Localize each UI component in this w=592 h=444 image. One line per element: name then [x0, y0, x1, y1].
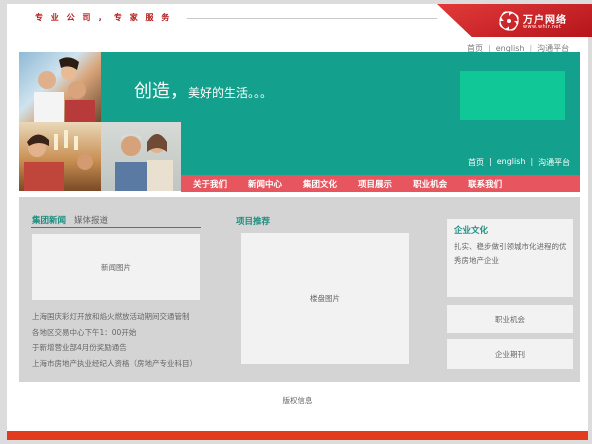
logo[interactable]: 万户网络 www.whir.net [498, 10, 588, 34]
careers-button[interactable]: 职业机会 [447, 305, 573, 333]
main-nav: 关于我们 新闻中心 集团文化 项目展示 职业机会 联系我们 [181, 175, 580, 192]
culture-text: 扎实、稳步做引领城市化进程的优秀房地产企业 [454, 242, 567, 265]
news-tabs: 集团新闻 媒体报道 [32, 214, 108, 226]
tab-underline [31, 227, 201, 228]
nav-item-careers[interactable]: 职业机会 [413, 178, 447, 190]
elderly-couple-photo [101, 122, 181, 191]
banner-link-english[interactable]: english [497, 157, 526, 168]
culture-box[interactable]: 企业文化 扎实、稳步做引领城市化进程的优秀房地产企业 [447, 219, 573, 297]
page: 专 业 公 司 ， 专 家 服 务 万户网络 www.whir.net 首页 |… [7, 4, 592, 440]
careers-button-label: 职业机会 [495, 314, 525, 324]
nav-item-culture[interactable]: 集团文化 [303, 178, 337, 190]
news-item[interactable]: 上海市房地产执业经纪人资格（房地产专业科目） [32, 356, 197, 372]
news-item[interactable]: 上海国庆彩灯开放和焰火燃放活动期间交通管制 [32, 309, 197, 325]
news-item[interactable]: 各地区交易中心下午1：00开始 [32, 325, 197, 341]
banner-highlight-box [460, 71, 565, 120]
header-divider [187, 18, 437, 19]
nav-item-projects[interactable]: 项目展示 [358, 178, 392, 190]
swirl-logo-icon [499, 11, 519, 31]
project-image-label: 楼盘图片 [310, 294, 340, 303]
banner-title-main: 创造， [134, 81, 188, 102]
banner-title-sub: 美好的生活。。。 [188, 86, 273, 100]
footer-bar [7, 431, 588, 440]
news-item[interactable]: 于新增营业部4月份奖励通告 [32, 340, 197, 356]
banner-link-communication[interactable]: 沟通平台 [538, 157, 570, 168]
banner-title: 创造，美好的生活。。。 [134, 77, 272, 103]
news-image-placeholder[interactable]: 新闻图片 [32, 234, 200, 300]
projects-title: 项目推荐 [236, 217, 271, 227]
content-area: 集团新闻 媒体报道 新闻图片 上海国庆彩灯开放和焰火燃放活动期间交通管制 各地区… [19, 197, 580, 382]
tab-media-reports[interactable]: 媒体报道 [74, 214, 108, 226]
banner-links: 首页 | english | 沟通平台 [468, 157, 570, 168]
nav-item-contact[interactable]: 联系我们 [468, 178, 502, 190]
banner-link-home[interactable]: 首页 [468, 157, 484, 168]
nav-item-news[interactable]: 新闻中心 [248, 178, 282, 190]
logo-url: www.whir.net [523, 24, 562, 30]
slogan: 专 业 公 司 ， 专 家 服 务 [35, 13, 172, 22]
journal-button[interactable]: 企业期刊 [447, 339, 573, 369]
banner: 创造，美好的生活。。。 首页 | english | 沟通平台 [19, 52, 580, 191]
celebration-photo [19, 122, 101, 191]
copyright: 版权信息 [282, 396, 313, 405]
link-separator: | [530, 157, 534, 166]
project-image-placeholder[interactable]: 楼盘图片 [241, 233, 409, 364]
culture-title: 企业文化 [454, 226, 489, 236]
family-photo-collage [19, 52, 181, 191]
link-separator: | [489, 157, 492, 166]
news-list: 上海国庆彩灯开放和焰火燃放活动期间交通管制 各地区交易中心下午1：00开始 于新… [32, 309, 197, 371]
news-image-label: 新闻图片 [101, 262, 131, 272]
journal-button-label: 企业期刊 [495, 349, 525, 359]
family-photo [19, 52, 101, 122]
nav-item-about[interactable]: 关于我们 [193, 178, 227, 190]
tab-group-news[interactable]: 集团新闻 [32, 214, 66, 226]
